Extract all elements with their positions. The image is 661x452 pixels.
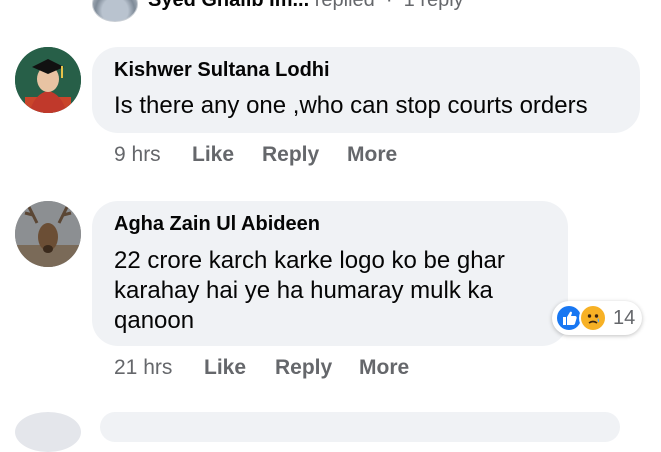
reply-button[interactable]: Reply [275, 356, 332, 380]
reaction-count: 14 [613, 307, 636, 329]
profile-photo [15, 201, 81, 267]
reactions-pill[interactable]: 14 [552, 301, 642, 335]
avatar[interactable] [15, 201, 81, 267]
view-replies-link[interactable]: Syed Ghalib Im... replied · 1 reply [148, 0, 464, 12]
reply-count: 1 reply [403, 0, 464, 11]
comment-author[interactable]: Kishwer Sultana Lodhi [114, 59, 330, 82]
profile-photo [15, 47, 81, 113]
more-button[interactable]: More [347, 143, 397, 167]
more-button[interactable]: More [359, 356, 409, 380]
replier-avatar[interactable] [92, 0, 138, 22]
comment-text: Is there any one ,who can stop courts or… [114, 92, 588, 119]
comment-author[interactable]: Agha Zain Ul Abideen [114, 213, 320, 236]
comment-meta: 21 hrs [114, 356, 172, 380]
avatar[interactable] [15, 412, 81, 452]
replied-text: replied [314, 0, 375, 11]
like-button[interactable]: Like [204, 356, 246, 380]
replier-name: Syed Ghalib Im... [148, 0, 310, 11]
sad-icon [579, 304, 607, 332]
comment-bubble [100, 412, 620, 442]
avatar[interactable] [15, 47, 81, 113]
reply-button[interactable]: Reply [262, 143, 319, 167]
comment-time[interactable]: 21 hrs [114, 356, 172, 379]
like-button[interactable]: Like [192, 143, 234, 167]
comment-time[interactable]: 9 hrs [114, 143, 161, 166]
comment-meta: 9 hrs [114, 143, 161, 167]
comment-text: 22 crore karch karke logo ko be ghar kar… [114, 247, 505, 334]
